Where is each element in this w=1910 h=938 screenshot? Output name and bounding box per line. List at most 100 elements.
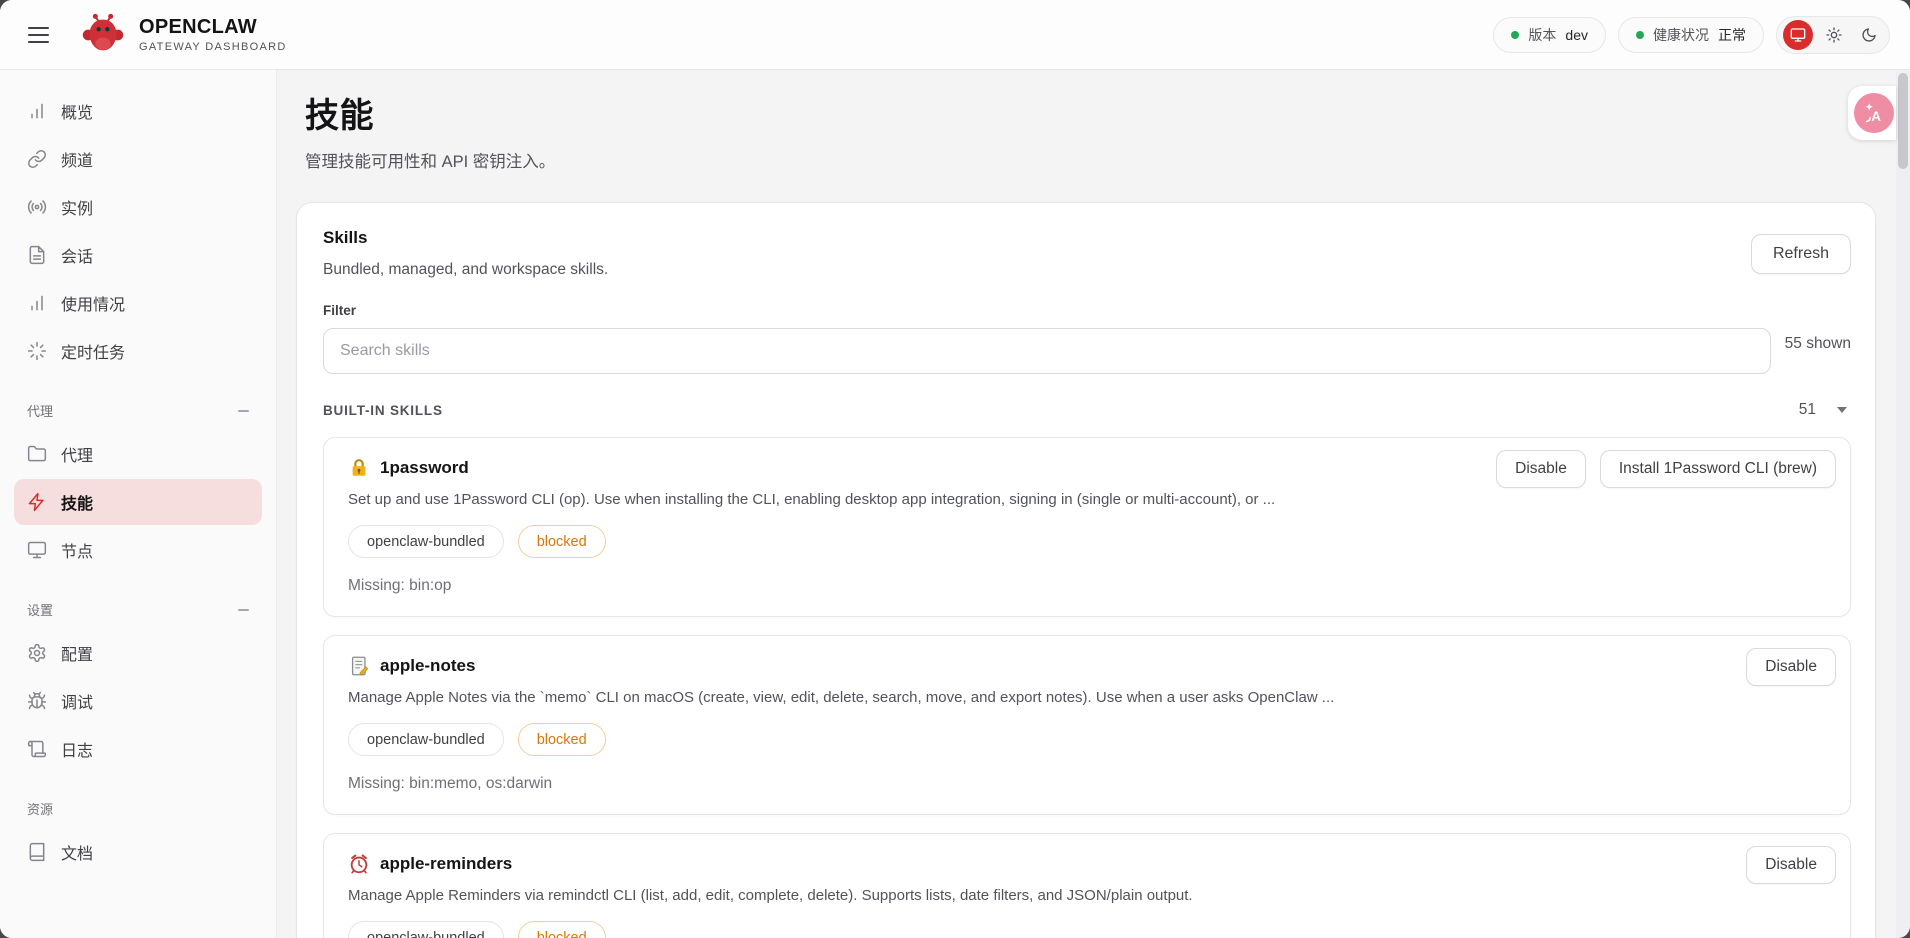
skills-panel: Skills Bundled, managed, and workspace s… [296,202,1876,938]
skill-description: Manage Apple Notes via the `memo` CLI on… [348,689,1826,706]
folder-icon [27,444,47,464]
collapse-minus-icon [238,609,249,611]
health-status-badge: 健康状况 正常 [1618,17,1764,53]
bar-chart-icon [27,101,47,121]
missing-requirements-text: Missing: bin:memo, os:darwin [348,775,1826,793]
sidebar-item-docs[interactable]: 文档 [14,829,262,875]
skill-card-1password: 1password Set up and use 1Password CLI (… [323,437,1851,617]
card-title-row: apple-reminders [348,853,1826,875]
blocked-badge: blocked [518,723,606,756]
theme-dark-button[interactable] [1855,21,1883,49]
scroll-icon [27,739,47,759]
sidebar-item-cron-jobs[interactable]: 定时任务 [14,328,262,374]
sidebar-item-label: 会话 [61,243,93,267]
skill-description: Manage Apple Reminders via remindctl CLI… [348,887,1826,904]
sidebar-group-agents[interactable]: 代理 [14,401,262,420]
version-status-badge: 版本 dev [1493,17,1606,53]
panel-description: Bundled, managed, and workspace skills. [323,261,608,279]
sidebar-group-settings[interactable]: 设置 [14,600,262,619]
sidebar-group-label: 资源 [27,799,53,818]
sidebar-item-sessions[interactable]: 会话 [14,232,262,278]
skill-name: apple-reminders [380,854,512,874]
sidebar-item-overview[interactable]: 概览 [14,88,262,134]
collapse-minus-icon [238,410,249,412]
skill-card-apple-reminders: apple-reminders Manage Apple Reminders v… [323,833,1851,938]
missing-requirements-text: Missing: bin:op [348,577,1826,595]
app-header: OPENCLAW GATEWAY DASHBOARD 版本 dev 健康状况 正… [0,0,1910,70]
memo-emoji-icon [348,655,370,677]
badge-row: openclaw-bundled blocked [348,525,1826,558]
filter-row: 55 shown [323,328,1851,374]
app-body: 概览 频道 实例 会话 [0,70,1910,938]
link-icon [27,149,47,169]
brand-text: OPENCLAW GATEWAY DASHBOARD [139,16,287,53]
monitor-icon [1790,27,1806,43]
disable-skill-button[interactable]: Disable [1496,450,1586,488]
badge-row: openclaw-bundled blocked [348,921,1826,938]
theme-system-button[interactable] [1783,20,1813,50]
panel-title: Skills [323,228,608,248]
app-window: OPENCLAW GATEWAY DASHBOARD 版本 dev 健康状况 正… [0,0,1910,938]
sidebar-item-label: 文档 [61,840,93,864]
refresh-button[interactable]: Refresh [1751,234,1851,274]
zap-icon [27,492,47,512]
green-status-dot-icon [1511,31,1519,39]
sidebar-item-label: 实例 [61,195,93,219]
sidebar-item-label: 概览 [61,99,93,123]
theme-light-button[interactable] [1820,21,1848,49]
svg-text:A: A [1871,109,1881,124]
sidebar-item-instances[interactable]: 实例 [14,184,262,230]
card-actions: Disable Install 1Password CLI (brew) [1496,450,1836,488]
sidebar-item-logs[interactable]: 日志 [14,726,262,772]
skill-description: Set up and use 1Password CLI (op). Use w… [348,491,1826,508]
sun-icon [1826,27,1842,43]
version-label: 版本 [1528,25,1556,45]
openclaw-mascot-logo-icon [80,12,126,58]
theme-switcher [1776,16,1890,54]
sidebar-item-label: 使用情况 [61,291,125,315]
card-actions: Disable [1746,846,1836,884]
sidebar-item-config[interactable]: 配置 [14,630,262,676]
menu-toggle-button[interactable] [22,14,64,56]
scrollbar [1896,70,1910,938]
health-value: 正常 [1718,25,1746,45]
sidebar: 概览 频道 实例 会话 [0,70,277,938]
bundled-badge: openclaw-bundled [348,525,504,558]
page-title: 技能 [305,88,1910,137]
disable-skill-button[interactable]: Disable [1746,846,1836,884]
sidebar-item-label: 配置 [61,641,93,665]
sidebar-item-agents[interactable]: 代理 [14,431,262,477]
panel-header: Skills Bundled, managed, and workspace s… [323,228,1851,279]
version-value: dev [1565,27,1588,43]
filter-label: Filter [323,303,1851,318]
brand: OPENCLAW GATEWAY DASHBOARD [80,12,287,58]
sidebar-item-label: 调试 [61,689,93,713]
search-input[interactable] [323,328,1771,374]
sidebar-group-resources[interactable]: 资源 [14,799,262,818]
disable-skill-button[interactable]: Disable [1746,648,1836,686]
sidebar-item-debug[interactable]: 调试 [14,678,262,724]
book-icon [27,842,47,862]
sidebar-item-label: 技能 [61,490,93,514]
lock-emoji-icon [348,457,370,479]
sidebar-item-nodes[interactable]: 节点 [14,527,262,573]
app-title: OPENCLAW [139,16,287,38]
monitor-icon [27,540,47,560]
bundled-badge: openclaw-bundled [348,921,504,938]
sidebar-item-usage[interactable]: 使用情况 [14,280,262,326]
green-status-dot-icon [1636,31,1644,39]
sidebar-item-label: 代理 [61,442,93,466]
sidebar-item-label: 定时任务 [61,339,125,363]
install-cli-button[interactable]: Install 1Password CLI (brew) [1600,450,1836,488]
sidebar-item-channels[interactable]: 频道 [14,136,262,182]
moon-icon [1861,27,1877,43]
caret-down-icon [1837,407,1847,413]
scrollbar-thumb[interactable] [1898,73,1908,169]
bar-chart-icon [27,293,47,313]
sidebar-item-skills[interactable]: 技能 [14,479,262,525]
skill-name: apple-notes [380,656,475,676]
shown-count: 55 shown [1785,335,1851,353]
section-title: BUILT-IN SKILLS [323,403,443,418]
translate-floating-button[interactable]: A [1848,86,1896,140]
section-collapse-control[interactable]: 51 [1799,401,1851,419]
